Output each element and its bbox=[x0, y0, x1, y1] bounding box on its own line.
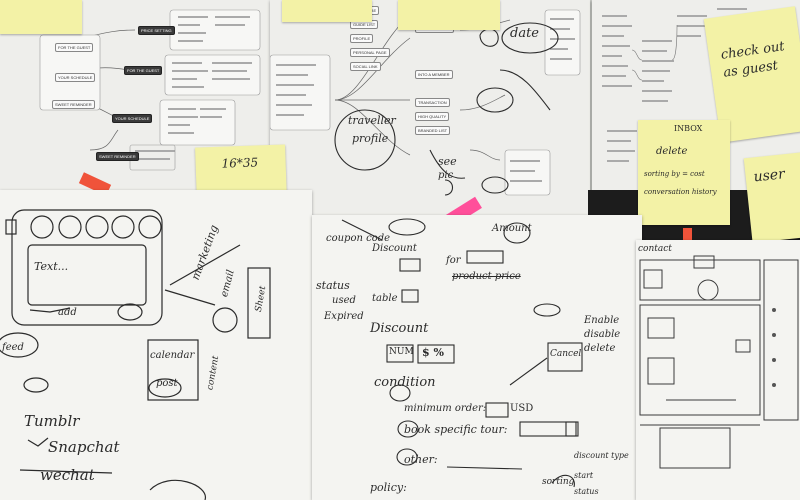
mindmap-sheet-center: SUBSCRIBE GUIDE LIST PROFILE PERSONAL PA… bbox=[270, 0, 590, 215]
enable-label: Enable bbox=[584, 315, 620, 326]
sketch-label: add bbox=[58, 307, 77, 318]
mindmap-node: PRICE SETTING bbox=[138, 26, 175, 35]
sticky-text: sorting by = cost bbox=[644, 170, 705, 178]
sticky-note-user: user bbox=[743, 152, 800, 243]
usd-label: USD bbox=[510, 403, 534, 414]
sticky-text: conversation history bbox=[644, 188, 717, 196]
sketch-label: wechat bbox=[40, 466, 95, 484]
sketch-label: Tumblr bbox=[24, 412, 80, 430]
discount-label: Discount bbox=[372, 243, 417, 254]
mindmap-node: TRANSACTION bbox=[415, 98, 450, 107]
status-bottom-label: status bbox=[574, 487, 599, 496]
mindmap-node: SOCIAL LINK bbox=[350, 62, 381, 71]
handwritten-note: traveller bbox=[348, 114, 396, 127]
sketch-sheet-right: contact bbox=[636, 240, 800, 500]
sorting-label: sorting bbox=[542, 477, 575, 487]
handwritten-note: pic bbox=[438, 170, 454, 181]
sticky-text: delete bbox=[656, 146, 688, 157]
mindmap-node: FOR THE GUEST bbox=[124, 66, 163, 75]
sticky-text: INBOX bbox=[674, 124, 703, 133]
sketch-textbox-label: Text... bbox=[34, 260, 69, 273]
sketch-label: feed bbox=[2, 342, 24, 353]
condition-label: condition bbox=[374, 375, 436, 390]
money-option: $ % bbox=[422, 346, 444, 359]
sticky-note bbox=[282, 0, 372, 22]
mindmap-node: SWEET REMINDER bbox=[96, 152, 139, 161]
mindmap-node: YOUR SCHEDULE bbox=[55, 73, 96, 82]
for-label: for bbox=[446, 255, 461, 266]
mindmap-node: PERSONAL PAGE bbox=[350, 48, 390, 57]
handwritten-note: profile bbox=[352, 132, 389, 145]
sketch-sheet-left: Text... add marketing email Sheet conten… bbox=[0, 190, 312, 500]
used-label: used bbox=[332, 295, 356, 306]
start-label: start bbox=[574, 471, 594, 480]
contact-label: contact bbox=[638, 244, 672, 254]
other-label: other: bbox=[404, 453, 438, 466]
policy-label: policy: bbox=[370, 481, 407, 494]
amount-label: Amount bbox=[492, 223, 532, 234]
sketch-drawing bbox=[0, 209, 271, 500]
sticky-text: 16*35 bbox=[221, 155, 259, 171]
book-specific-label: book specific tour: bbox=[404, 423, 508, 436]
table-label: table bbox=[372, 293, 398, 304]
mindmap-node: FOR THE GUEST bbox=[55, 43, 94, 52]
mindmap-node: PROFILE bbox=[350, 34, 374, 43]
mindmap-node: INTO A MEMBER bbox=[415, 70, 453, 79]
sticky-note bbox=[398, 0, 500, 30]
handwritten-note: see bbox=[438, 155, 457, 168]
sketch-sheet-middle: coupon code Discount Amount for product … bbox=[312, 215, 642, 500]
delete-label: delete bbox=[584, 343, 616, 354]
sticky-note bbox=[0, 0, 82, 34]
discount-heading: Discount bbox=[370, 321, 429, 336]
mindmap-node: SWEET REMINDER bbox=[52, 100, 95, 109]
sketch-label: post bbox=[156, 378, 178, 389]
sticky-text: check out as guest bbox=[719, 39, 786, 81]
cancel-label: Cancel bbox=[550, 349, 582, 359]
status-label: status bbox=[316, 279, 350, 292]
num-option: NUM bbox=[389, 347, 414, 357]
discount-type-label: discount type bbox=[574, 451, 629, 460]
mindmap-node: HIGH QUALITY bbox=[415, 112, 450, 121]
product-price-label: product price bbox=[452, 271, 521, 282]
sticky-text: user bbox=[752, 166, 786, 186]
sticky-note-inbox: INBOX delete sorting by = cost conversat… bbox=[638, 120, 730, 225]
expired-label: Expired bbox=[324, 311, 364, 322]
mindmap-node: BRANDED LIST bbox=[415, 126, 451, 135]
sketch-label: Snapchat bbox=[48, 438, 120, 456]
handwritten-note: date bbox=[510, 26, 539, 41]
sketch-drawing bbox=[639, 255, 799, 469]
disable-label: disable bbox=[584, 329, 621, 340]
mindmap-node: YOUR SCHEDULE bbox=[112, 114, 153, 123]
minimum-order-label: minimum order: bbox=[404, 403, 487, 414]
sketch-label: calendar bbox=[150, 350, 195, 361]
